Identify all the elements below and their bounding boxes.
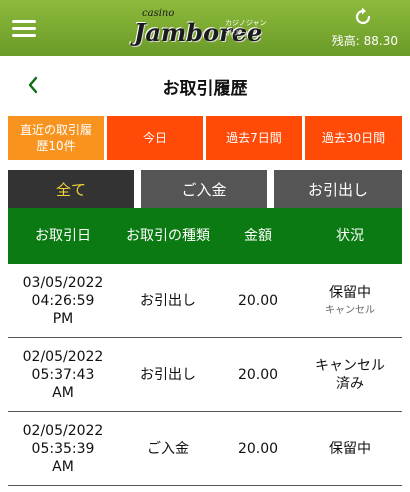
period-filter-bar: 直近の取引履歴10件 今日 過去7日間 過去30日間 <box>8 116 402 160</box>
row-amount: 20.00 <box>237 441 279 457</box>
filter-today[interactable]: 今日 <box>107 116 203 160</box>
row-type: ご入金 <box>147 441 189 457</box>
row-date: 03/05/2022 04:26:59 PM <box>22 275 104 327</box>
header-date: お取引日 <box>35 228 91 244</box>
page-header: お取引履歴 <box>0 60 410 110</box>
row-status: 保留中 <box>329 285 371 301</box>
row-status-cell: 保留中 キャンセル <box>298 264 402 338</box>
filter-7-days[interactable]: 過去7日間 <box>206 116 302 160</box>
transaction-type-tabs: 全て ご入金 お引出し <box>8 170 402 208</box>
header-amount: 金額 <box>244 228 272 244</box>
casino-logo[interactable]: casino Jamboree カジノジャンボリー <box>130 8 270 48</box>
table-row: 02/05/2022 05:37:43 AM お引出し 20.00 キャンセル済… <box>8 338 402 412</box>
tab-all[interactable]: 全て <box>8 170 134 208</box>
header-status: 状況 <box>336 228 364 244</box>
table-row: 02/05/2022 05:35:39 AM ご入金 20.00 保留中 <box>8 412 402 486</box>
tab-withdrawal[interactable]: お引出し <box>274 170 402 208</box>
filter-latest-10[interactable]: 直近の取引履歴10件 <box>8 116 104 160</box>
balance-text: 残高: 88.30 <box>331 34 398 48</box>
row-amount: 20.00 <box>237 367 279 383</box>
row-status: キャンセル済み <box>315 358 385 392</box>
row-type: お引出し <box>140 293 196 309</box>
top-bar: casino Jamboree カジノジャンボリー 残高: 88.30 <box>0 0 410 56</box>
row-status: 保留中 <box>329 441 371 457</box>
filter-30-days[interactable]: 過去30日間 <box>305 116 402 160</box>
tab-deposit[interactable]: ご入金 <box>141 170 267 208</box>
logo-subtitle: カジノジャンボリー <box>225 19 267 37</box>
row-amount: 20.00 <box>237 293 279 309</box>
row-date: 02/05/2022 05:37:43 AM <box>22 349 104 401</box>
table-row: 03/05/2022 04:26:59 PM お引出し 20.00 保留中 キャ… <box>8 264 402 338</box>
page-title: お取引履歴 <box>162 79 248 99</box>
refresh-icon[interactable] <box>352 6 374 28</box>
table-header: お取引日 お取引の種類 金額 状況 <box>8 208 402 264</box>
cancel-link[interactable]: キャンセル <box>325 304 375 318</box>
row-type: お引出し <box>140 367 196 383</box>
hamburger-menu-icon[interactable] <box>12 18 36 38</box>
header-type: お取引の種類 <box>126 228 210 244</box>
row-date: 02/05/2022 05:35:39 AM <box>22 423 104 475</box>
